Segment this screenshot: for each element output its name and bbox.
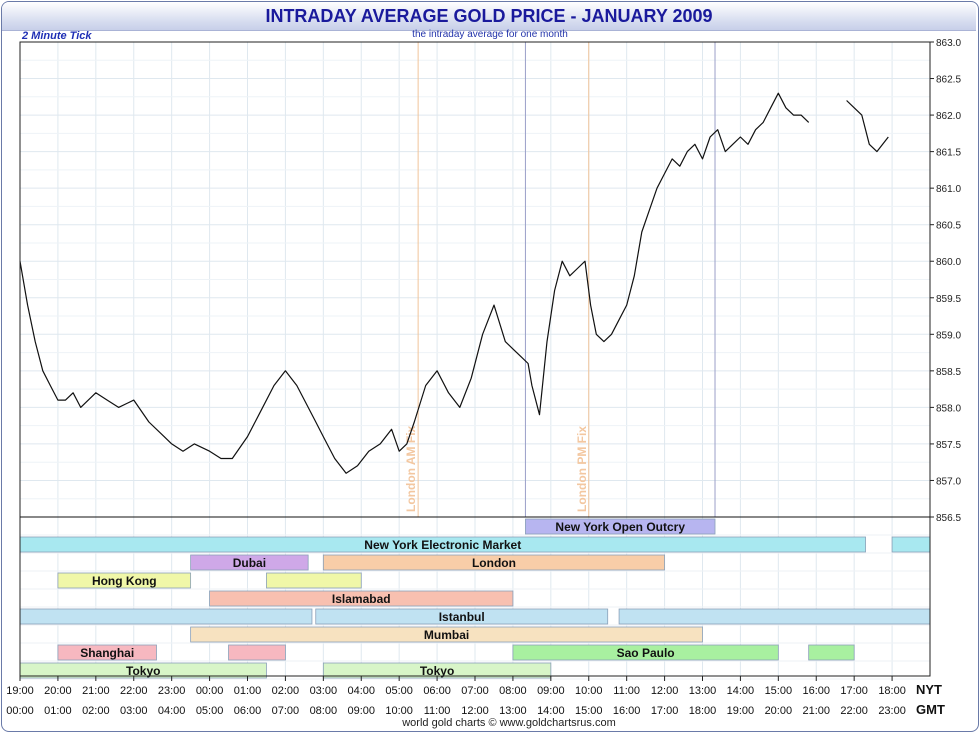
x-tick-label-gmt: 07:00 [272, 705, 300, 717]
x-tick-label-gmt: 01:00 [44, 705, 72, 717]
x-axis: 19:00 20:00 21:00 22:00 23:00 00:00 01:00 02:00… [6, 676, 906, 717]
x-tick-label-gmt: 02:00 [82, 705, 110, 717]
y-tick-label: 862.5 [936, 75, 961, 86]
gmt-label: GMT [916, 702, 945, 717]
y-tick-label: 859.5 [936, 294, 961, 305]
y-tick-label: 859.0 [936, 330, 961, 341]
x-tick-label-gmt: 15:00 [575, 705, 603, 717]
x-tick-label-nyt: 23:00 [158, 685, 186, 697]
y-axis: 856.5 857.0 857.5 858.0 858.5 859.0 859.5 860.0… [930, 38, 961, 524]
session-label: Hong Kong [92, 574, 157, 588]
x-tick-label-gmt: 08:00 [310, 705, 338, 717]
x-tick-label-gmt: 23:00 [878, 705, 906, 717]
x-tick-label-nyt: 03:00 [310, 685, 338, 697]
x-tick-label-nyt: 08:00 [499, 685, 527, 697]
y-tick-label: 857.5 [936, 440, 961, 451]
x-tick-label-nyt: 09:00 [537, 685, 565, 697]
x-tick-label-gmt: 03:00 [120, 705, 148, 717]
session-bar [228, 644, 286, 661]
x-tick-label-nyt: 00:00 [196, 685, 224, 697]
y-tick-label: 857.0 [936, 476, 961, 487]
session-label: Dubai [233, 556, 266, 570]
x-tick-label-gmt: 18:00 [689, 705, 717, 717]
x-tick-label-nyt: 19:00 [6, 685, 34, 697]
x-tick-label-nyt: 20:00 [44, 685, 72, 697]
x-tick-label-nyt: 07:00 [461, 685, 489, 697]
session-bar [618, 608, 931, 625]
x-tick-label-gmt: 00:00 [6, 705, 34, 717]
session-label: New York Electronic Market [364, 538, 521, 552]
session-label: London [472, 556, 516, 570]
x-tick-label-gmt: 13:00 [499, 705, 527, 717]
x-tick-label-gmt: 16:00 [613, 705, 641, 717]
x-tick-label-gmt: 10:00 [385, 705, 413, 717]
y-tick-label: 858.5 [936, 367, 961, 378]
x-tick-label-gmt: 14:00 [537, 705, 565, 717]
x-tick-label-nyt: 04:00 [347, 685, 375, 697]
x-tick-label-nyt: 13:00 [689, 685, 717, 697]
x-tick-label-nyt: 15:00 [765, 685, 793, 697]
nyt-label: NYT [916, 682, 942, 697]
session-label: Mumbai [424, 628, 469, 642]
session-label: Islamabad [332, 592, 391, 606]
x-tick-label-nyt: 22:00 [120, 685, 148, 697]
x-tick-label-nyt: 01:00 [234, 685, 262, 697]
session-label: Shanghai [80, 646, 134, 660]
x-tick-label-gmt: 04:00 [158, 705, 186, 717]
x-tick-label-nyt: 17:00 [840, 685, 868, 697]
session-label: Istanbul [439, 610, 485, 624]
x-tick-label-nyt: 02:00 [272, 685, 300, 697]
x-tick-label-gmt: 17:00 [651, 705, 679, 717]
london-fix-label: London AM Fix [404, 425, 418, 512]
x-tick-label-gmt: 22:00 [840, 705, 868, 717]
session-bar [808, 644, 855, 661]
x-tick-label-gmt: 20:00 [765, 705, 793, 717]
x-tick-label-gmt: 19:00 [727, 705, 755, 717]
x-tick-label-gmt: 09:00 [347, 705, 375, 717]
session-bar [19, 608, 313, 625]
london-fix-label: London PM Fix [575, 426, 589, 512]
footer-credit: world gold charts © www.goldchartsrus.co… [402, 717, 616, 729]
y-tick-label: 861.0 [936, 184, 961, 195]
x-tick-label-gmt: 11:00 [424, 705, 451, 717]
y-tick-label: 861.5 [936, 148, 961, 159]
x-tick-label-gmt: 06:00 [234, 705, 262, 717]
y-tick-label: 860.0 [936, 257, 961, 268]
x-tick-label-nyt: 06:00 [423, 685, 451, 697]
y-tick-label: 858.0 [936, 403, 961, 414]
x-tick-label-nyt: 05:00 [385, 685, 413, 697]
x-tick-label-nyt: 10:00 [575, 685, 603, 697]
session-bar [266, 572, 362, 589]
session-label: New York Open Outcry [555, 520, 685, 534]
x-tick-label-gmt: 21:00 [802, 705, 830, 717]
y-tick-label: 862.0 [936, 111, 961, 122]
x-tick-label-nyt: 14:00 [727, 685, 755, 697]
y-tick-label: 856.5 [936, 513, 961, 524]
x-tick-label-nyt: 18:00 [878, 685, 906, 697]
x-tick-label-nyt: 11:00 [613, 685, 640, 697]
y-tick-label: 863.0 [936, 38, 961, 49]
y-tick-label: 860.5 [936, 221, 961, 232]
x-tick-label-gmt: 12:00 [461, 705, 489, 717]
gold-price-chart: London AM Fix London PM Fix New York Open… [6, 38, 961, 717]
x-tick-label-nyt: 16:00 [802, 685, 830, 697]
x-tick-label-nyt: 21:00 [82, 685, 110, 697]
x-tick-label-nyt: 12:00 [651, 685, 679, 697]
x-tick-label-gmt: 05:00 [196, 705, 224, 717]
session-bar [891, 536, 931, 553]
session-label: Sao Paulo [617, 646, 675, 660]
